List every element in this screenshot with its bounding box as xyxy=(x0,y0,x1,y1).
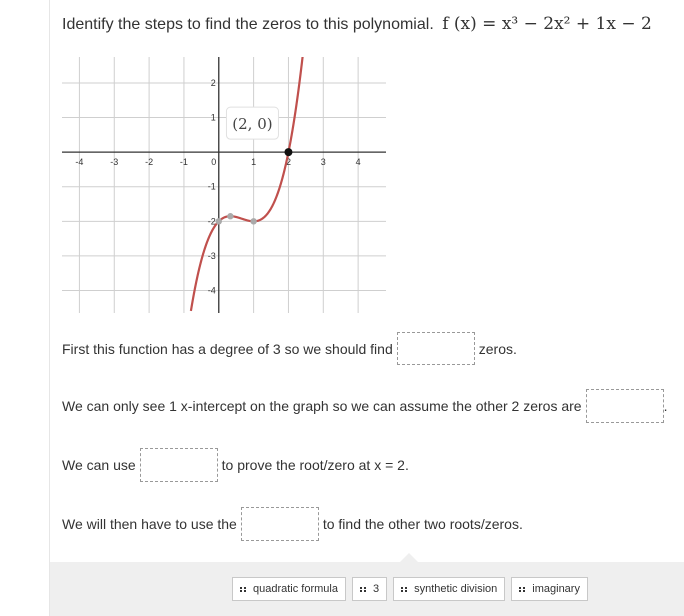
tray-pointer xyxy=(400,553,418,562)
question-prompt: Identify the steps to find the zeros to … xyxy=(62,16,434,33)
x-tick-label: -4 xyxy=(75,157,83,167)
statement-2-after: . xyxy=(663,398,668,414)
y-tick-label: 2 xyxy=(211,78,216,88)
choice-synthetic-division[interactable]: synthetic division xyxy=(393,577,506,601)
choice-3[interactable]: 3 xyxy=(352,577,388,601)
statement-2: We can only see 1 x-intercept on the gra… xyxy=(62,389,667,423)
curve-point-marker xyxy=(250,218,257,225)
x-tick-label: 3 xyxy=(321,157,326,167)
statement-3-before: We can use xyxy=(62,457,136,473)
y-tick-label: 1 xyxy=(211,113,216,123)
drop-zone-2[interactable] xyxy=(585,389,664,423)
choice-label: synthetic division xyxy=(414,583,498,595)
x-tick-label: 0 xyxy=(211,157,216,167)
drag-handle-icon xyxy=(519,586,526,592)
statement-4-after: to find the other two roots/zeros. xyxy=(322,516,523,532)
choice-label: imaginary xyxy=(532,583,580,595)
statement-1-before: First this function has a degree of 3 so… xyxy=(62,340,393,357)
x-intercept-point xyxy=(284,148,293,157)
x-tick-label: -1 xyxy=(180,157,188,167)
x-tick-label: -2 xyxy=(145,157,153,167)
drag-handle-icon xyxy=(240,586,247,592)
statement-4-before: We will then have to use the xyxy=(62,516,237,532)
drag-handle-icon xyxy=(360,586,367,592)
x-tick-label: -3 xyxy=(110,157,118,167)
x-tick-label: 1 xyxy=(251,157,256,167)
point-label: (2, 0) xyxy=(232,115,272,133)
statement-2-before: We can only see 1 x-intercept on the gra… xyxy=(62,398,582,414)
statement-1-after: zeros. xyxy=(478,340,517,357)
polynomial-formula: f (x) = x³ − 2x² + 1x − 2 xyxy=(442,14,652,34)
choice-quadratic-formula[interactable]: quadratic formula xyxy=(232,577,346,601)
curve-point-marker xyxy=(227,213,234,220)
y-tick-label: -1 xyxy=(208,182,216,192)
y-tick-label: -3 xyxy=(208,251,216,261)
x-tick-label: 4 xyxy=(356,157,361,167)
graph-background xyxy=(62,57,386,313)
statement-3: We can use to prove the root/zero at x =… xyxy=(62,448,409,482)
question-text: Identify the steps to find the zeros to … xyxy=(62,14,652,34)
statement-3-after: to prove the root/zero at x = 2. xyxy=(221,457,409,473)
drop-zone-3[interactable] xyxy=(139,448,218,482)
polynomial-graph: -4 -3 -2 -1 0 1 2 3 421-1-2-3-4(2, 0) xyxy=(62,57,386,313)
statement-1: First this function has a degree of 3 so… xyxy=(62,332,517,365)
drop-zone-1[interactable] xyxy=(396,332,475,365)
drag-handle-icon xyxy=(401,586,408,592)
choice-label: quadratic formula xyxy=(253,583,338,595)
answer-choices: quadratic formula 3 synthetic division i… xyxy=(232,577,588,601)
choice-imaginary[interactable]: imaginary xyxy=(511,577,588,601)
y-tick-label: -4 xyxy=(208,286,216,296)
curve-point-marker xyxy=(215,218,222,225)
drop-zone-4[interactable] xyxy=(240,507,319,541)
statement-4: We will then have to use the to find the… xyxy=(62,507,523,541)
choice-label: 3 xyxy=(373,583,380,595)
